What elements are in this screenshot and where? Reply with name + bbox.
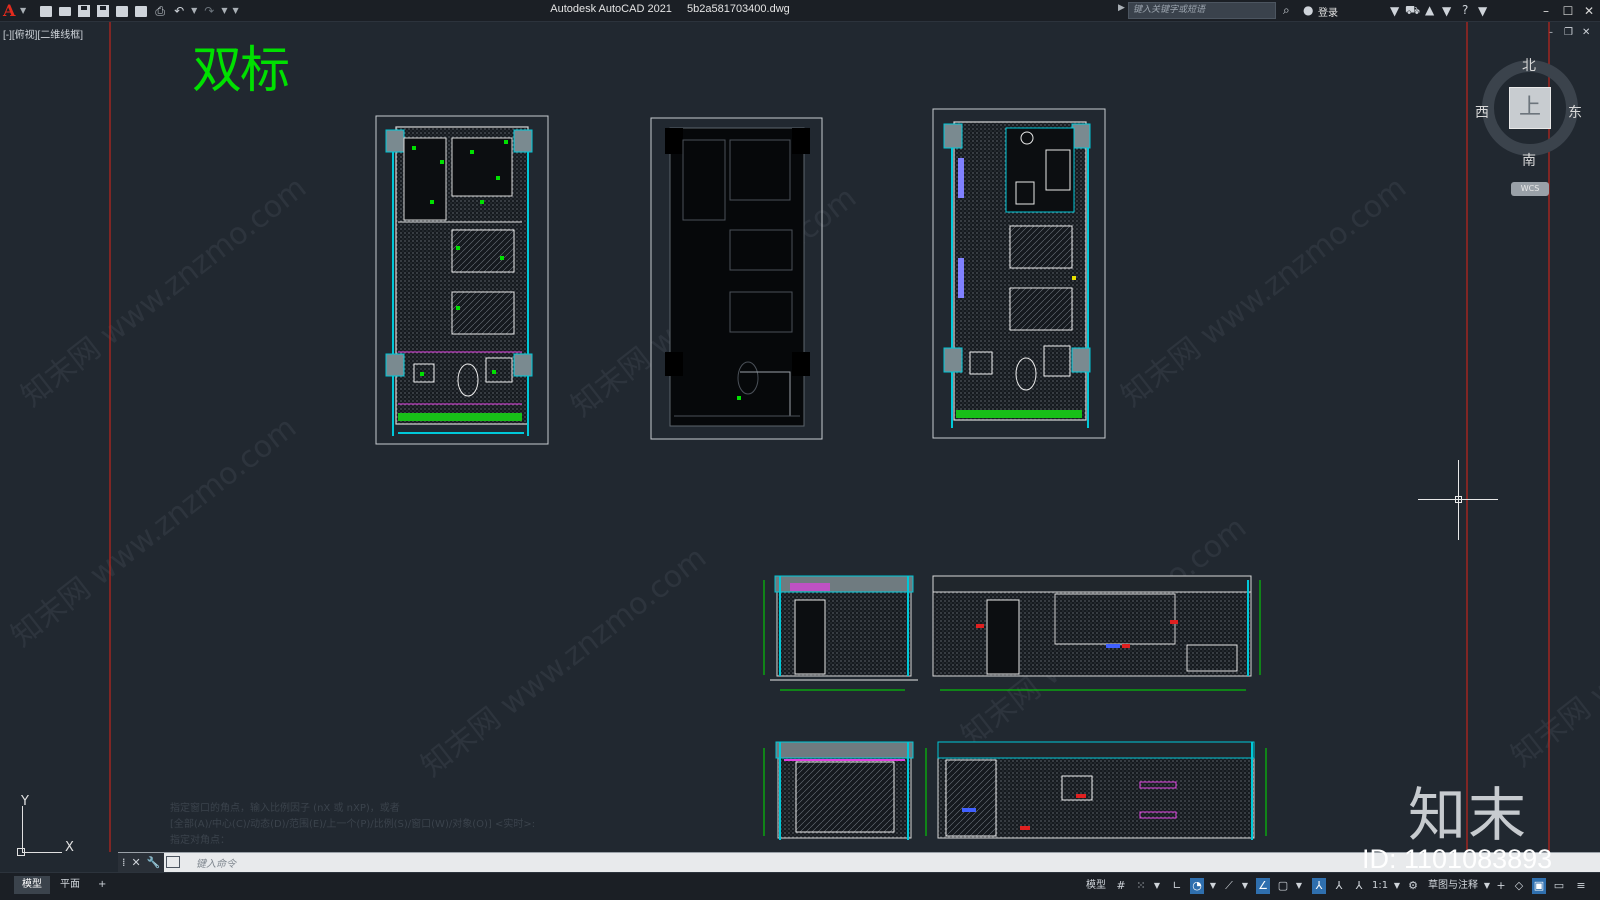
auto-scale-icon[interactable]: ⅄	[1332, 878, 1346, 894]
floor-plan-1	[375, 115, 549, 445]
tab-layout[interactable]: 平面	[52, 876, 88, 894]
ucs-y-axis	[22, 806, 23, 853]
cad-drawing	[109, 22, 1550, 852]
object-snap-caret-icon[interactable]: ▼	[1292, 878, 1306, 894]
annotation-visibility-icon[interactable]: ⅄	[1312, 878, 1326, 894]
viewcube-north[interactable]: 北	[1522, 55, 1536, 75]
annotation-scale-value[interactable]: 1:1	[1372, 878, 1388, 894]
brand-id-text: ID: 1101083893	[1362, 844, 1553, 874]
elevation-d	[925, 741, 1267, 840]
command-line-controls: ⁞ ✕ 🔧	[118, 853, 164, 872]
brand-watermark: 知末	[1408, 781, 1529, 849]
drawing-title: 双标	[192, 41, 290, 99]
wcs-menu-button[interactable]: WCS	[1511, 182, 1549, 196]
tab-model[interactable]: 模型	[14, 876, 50, 894]
command-history: 指定窗口的角点，输入比例因子 (nX 或 nXP)，或者 [全部(A)/中心(C…	[170, 801, 535, 849]
isodraft-caret-icon[interactable]: ▼	[1238, 878, 1252, 894]
crosshair-pickbox	[1455, 496, 1462, 503]
floor-plan-3	[932, 108, 1106, 439]
grid-icon[interactable]: #	[1114, 878, 1128, 894]
hardware-acceleration-icon[interactable]: ▣	[1532, 878, 1546, 894]
command-history-line: [全部(A)/中心(C)/动态(D)/范围(E)/上一个(P)/比例(S)/窗口…	[170, 819, 536, 830]
ucs-y-label: Y	[21, 794, 29, 809]
ucs-x-label: X	[65, 840, 74, 855]
viewcube-south[interactable]: 南	[1522, 150, 1536, 170]
workspace-gear-icon[interactable]: ⚙	[1406, 878, 1420, 894]
polar-tracking-icon[interactable]: ◔	[1190, 878, 1204, 894]
ortho-icon[interactable]: ∟	[1170, 878, 1184, 894]
clean-screen-icon[interactable]: ▭	[1552, 878, 1566, 894]
command-recent-icon[interactable]	[166, 856, 180, 868]
isodraft-icon[interactable]: ⟋	[1222, 878, 1236, 894]
model-space-button[interactable]: 模型	[1086, 878, 1106, 894]
command-customize-icon[interactable]: 🔧	[147, 856, 161, 869]
customization-menu-icon[interactable]: ≡	[1574, 878, 1588, 894]
snap-icon[interactable]: ⁙	[1134, 878, 1148, 894]
annotation-scale-icon[interactable]: ⅄	[1352, 878, 1366, 894]
elevation-b	[932, 575, 1261, 691]
isolate-objects-icon[interactable]: ◇	[1512, 878, 1526, 894]
viewcube-west[interactable]: 西	[1475, 102, 1489, 122]
annotation-monitor-icon[interactable]: +	[1494, 878, 1508, 894]
command-grip-icon[interactable]: ⁞	[122, 856, 126, 869]
floor-plan-2	[650, 117, 823, 440]
scale-caret-icon[interactable]: ▼	[1390, 878, 1404, 894]
object-snap-icon[interactable]: ▢	[1276, 878, 1290, 894]
ucs-origin-icon	[17, 848, 25, 856]
ucs-x-axis	[22, 852, 62, 853]
tab-add-layout[interactable]: +	[90, 876, 114, 894]
command-history-line: 指定对角点：	[170, 835, 230, 846]
elevation-a	[763, 575, 918, 691]
viewcube-east[interactable]: 东	[1568, 102, 1582, 122]
polar-caret-icon[interactable]: ▼	[1206, 878, 1220, 894]
command-history-line: 指定窗口的角点，输入比例因子 (nX 或 nXP)，或者	[170, 803, 400, 814]
command-close-icon[interactable]: ✕	[132, 856, 141, 869]
snap-caret-icon[interactable]: ▼	[1150, 878, 1164, 894]
object-snap-tracking-icon[interactable]: ∠	[1256, 878, 1270, 894]
command-input[interactable]: 键入命令	[196, 855, 236, 870]
elevation-c	[763, 741, 914, 840]
viewcube-face[interactable]: 上	[1509, 87, 1551, 129]
workspace-switch-button[interactable]: 草图与注释	[1428, 878, 1478, 894]
workspace-caret-icon[interactable]: ▼	[1480, 878, 1494, 894]
